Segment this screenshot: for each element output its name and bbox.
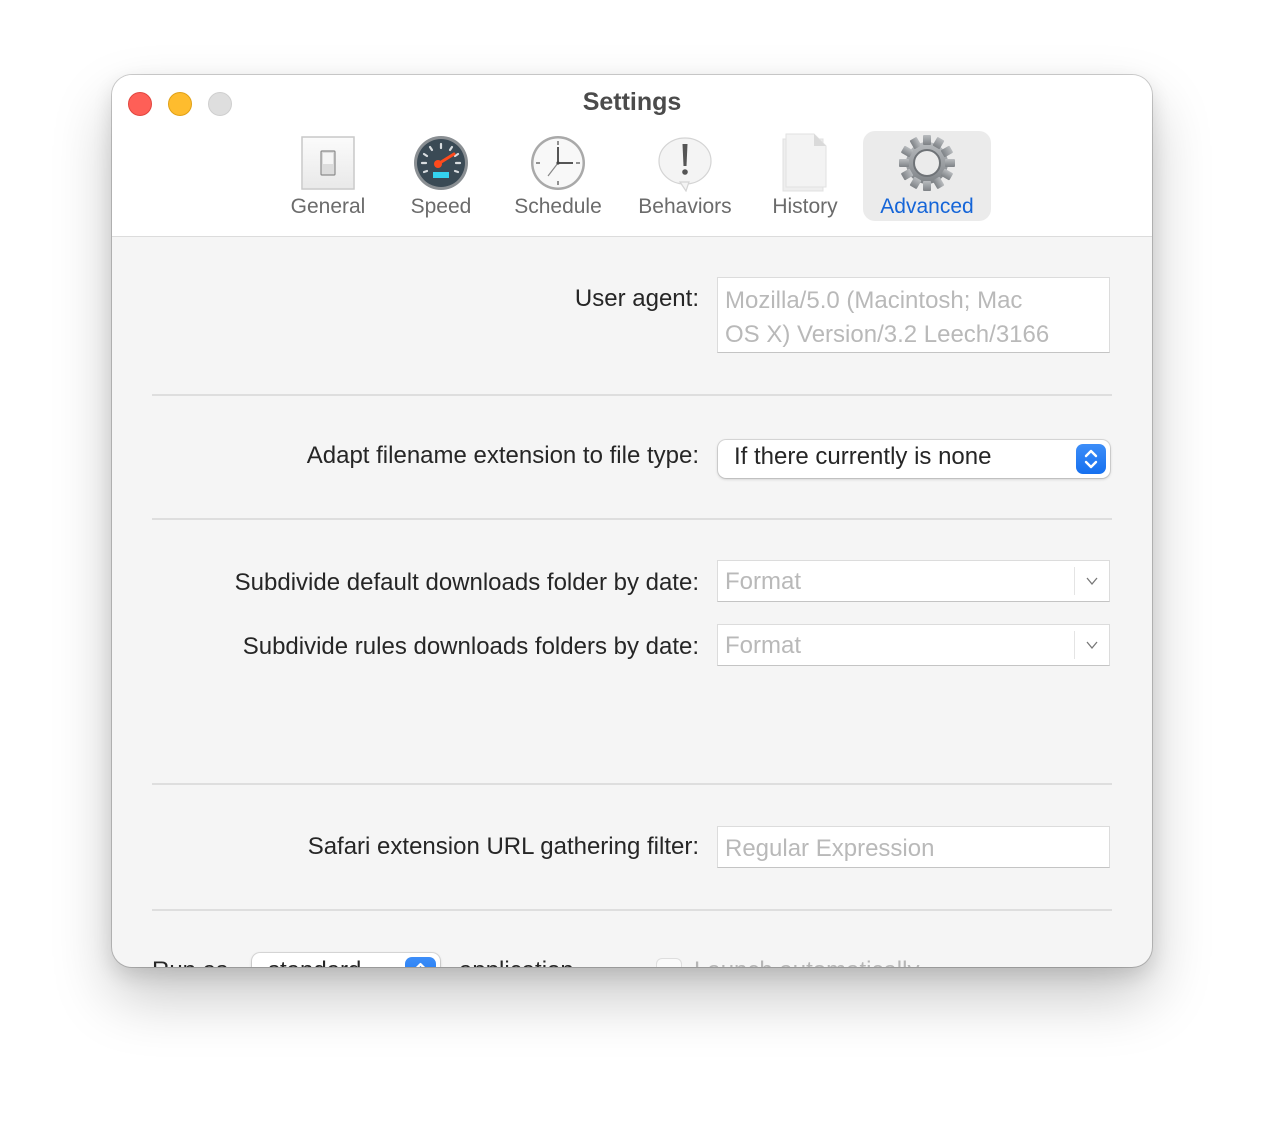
exclamation-bubble-icon (655, 133, 715, 193)
tab-speed-label: Speed (410, 195, 472, 218)
subdivide-rules-placeholder: Format (725, 632, 802, 659)
document-stack-icon (775, 133, 835, 193)
tab-schedule-label: Schedule (514, 195, 602, 218)
user-agent-field[interactable]: Mozilla/5.0 (Macintosh; Mac OS X) Versio… (717, 277, 1110, 353)
tab-behaviors-label: Behaviors (638, 195, 732, 218)
up-down-chevron-icon (405, 957, 436, 967)
run-as-label: Run as (152, 957, 228, 967)
launch-automatically-checkbox[interactable] (656, 958, 682, 967)
tab-schedule[interactable]: Schedule (504, 131, 612, 221)
light-switch-icon (298, 133, 358, 193)
subdivide-default-label: Subdivide default downloads folder by da… (234, 569, 699, 596)
user-agent-label: User agent: (574, 285, 699, 312)
launch-automatically-label: Launch automatically (694, 957, 919, 967)
application-label: application (459, 957, 574, 967)
subdivide-default-placeholder: Format (725, 568, 802, 595)
title-bar: Settings General Speed Schedule Behavior… (112, 75, 1152, 237)
safari-filter-placeholder: Regular Expression (725, 835, 935, 862)
subdivide-rules-label: Subdivide rules downloads folders by dat… (242, 633, 699, 660)
tab-general-label: General (290, 195, 366, 218)
section-divider (152, 783, 1112, 785)
chevron-down-icon[interactable] (1074, 567, 1109, 595)
tab-history[interactable]: History (760, 131, 850, 221)
tab-general[interactable]: General (282, 131, 374, 221)
section-divider (152, 394, 1112, 396)
gear-icon (897, 133, 957, 193)
run-as-popup[interactable]: standard (252, 953, 440, 967)
preferences-toolbar: General Speed Schedule Behaviors History… (112, 131, 1152, 223)
settings-window: Settings General Speed Schedule Behavior… (112, 75, 1152, 967)
subdivide-default-combobox[interactable]: Format (717, 560, 1110, 602)
chevron-down-icon[interactable] (1074, 631, 1109, 659)
tab-advanced-label: Advanced (880, 195, 974, 218)
section-divider (152, 518, 1112, 520)
tab-advanced[interactable]: Advanced (863, 131, 991, 221)
user-agent-placeholder-line2: OS X) Version/3.2 Leech/3166 (725, 321, 1050, 348)
tab-history-label: History (772, 195, 838, 218)
subdivide-rules-combobox[interactable]: Format (717, 624, 1110, 666)
up-down-chevron-icon (1076, 444, 1106, 474)
safari-filter-input[interactable]: Regular Expression (717, 826, 1110, 868)
window-title: Settings (582, 88, 682, 116)
adapt-extension-label: Adapt filename extension to file type: (306, 442, 699, 469)
adapt-extension-popup[interactable]: If there currently is none (718, 440, 1110, 478)
clock-icon (528, 133, 588, 193)
speedometer-icon (411, 133, 471, 193)
user-agent-placeholder-line1: Mozilla/5.0 (Macintosh; Mac (725, 287, 1023, 314)
safari-filter-label: Safari extension URL gathering filter: (307, 833, 699, 860)
tab-behaviors[interactable]: Behaviors (630, 131, 740, 221)
section-divider (152, 909, 1112, 911)
run-as-value: standard (268, 957, 361, 967)
tab-speed[interactable]: Speed (396, 131, 486, 221)
adapt-extension-value: If there currently is none (734, 443, 992, 470)
em-dash: — (612, 957, 636, 967)
